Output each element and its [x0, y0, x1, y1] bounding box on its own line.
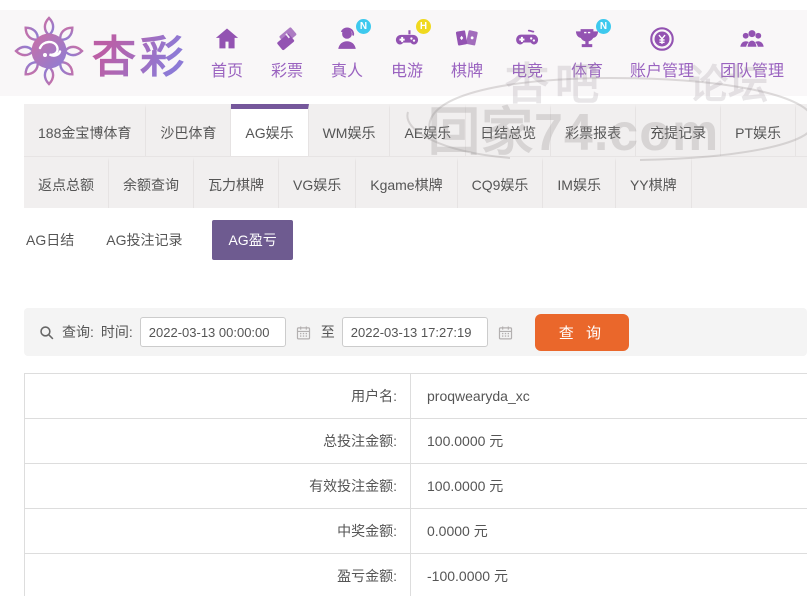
time-label: 时间:: [101, 322, 133, 342]
main-nav: 首页 彩票 N 真人 H 电游 棋牌 电竞 N 体育 账户管理 团队管理: [210, 25, 784, 81]
row-value: 0.0000 元: [411, 509, 807, 554]
tab-AE娱乐[interactable]: AE娱乐: [390, 104, 466, 156]
nav-item-label: 棋牌: [451, 57, 483, 81]
ag-subtabs: AG日结 AG投注记录 AG盈亏: [24, 220, 807, 260]
subtab-AG盈亏[interactable]: AG盈亏: [212, 220, 292, 260]
calendar-icon[interactable]: [295, 324, 312, 341]
nav-item-esports[interactable]: 电竞: [510, 25, 544, 81]
row-label: 总投注金额:: [25, 419, 411, 464]
row-value: 100.0000 元: [411, 419, 807, 464]
nav-badge: N: [596, 19, 611, 34]
tab-Kgame棋牌[interactable]: Kgame棋牌: [356, 157, 457, 208]
row-value: -100.0000 元: [411, 554, 807, 596]
search-icon: [38, 324, 55, 341]
page: 杏彩 首页彩票N真人H电游棋牌电竞N体育账户管理团队管理 杏吧 论坛 回家74.…: [0, 10, 807, 596]
home-icon: [213, 25, 241, 53]
tab-日结总览[interactable]: 日结总览: [466, 104, 551, 156]
brand-flower-icon: [12, 14, 86, 93]
nav-item-sports[interactable]: N 体育: [570, 25, 604, 81]
date-to-input[interactable]: [342, 317, 488, 347]
nav-item-egames[interactable]: H 电游: [390, 25, 424, 81]
tab-AG娱乐[interactable]: AG娱乐: [231, 104, 308, 156]
tab-PT娱乐[interactable]: PT娱乐: [721, 104, 796, 156]
table-row: 有效投注金额:100.0000 元: [25, 464, 807, 509]
tabs-row-1: 188金宝博体育沙巴体育AG娱乐WM娱乐AE娱乐日结总览彩票报表充提记录PT娱乐…: [24, 104, 807, 156]
nav-item-label: 账户管理: [630, 57, 694, 81]
query-label: 查询:: [62, 322, 94, 342]
subtab-AG日结[interactable]: AG日结: [24, 220, 76, 260]
to-label: 至: [321, 322, 335, 342]
table-row: 用户名:proqwearyda_xc: [25, 374, 807, 419]
tab-返点总额[interactable]: 返点总额: [24, 157, 109, 208]
query-bar: 查询: 时间: 至 查 询: [24, 308, 807, 356]
tab-瓦力棋牌[interactable]: 瓦力棋牌: [194, 157, 279, 208]
nav-item-label: 首页: [211, 57, 243, 81]
tab-188金宝博体育[interactable]: 188金宝博体育: [24, 104, 146, 156]
row-label: 用户名:: [25, 374, 411, 419]
query-button[interactable]: 查 询: [535, 314, 629, 351]
nav-item-lottery[interactable]: 彩票: [270, 25, 304, 81]
tab-VG娱乐[interactable]: VG娱乐: [279, 157, 356, 208]
subtab-AG投注记录[interactable]: AG投注记录: [104, 220, 184, 260]
nav-item-account[interactable]: 账户管理: [630, 25, 694, 81]
tab-WM娱乐[interactable]: WM娱乐: [309, 104, 391, 156]
nav-badge: N: [356, 19, 371, 34]
person-icon: N: [333, 25, 361, 53]
row-label: 有效投注金额:: [25, 464, 411, 509]
nav-item-live[interactable]: N 真人: [330, 25, 364, 81]
date-from-input[interactable]: [140, 317, 286, 347]
calendar-icon[interactable]: [497, 324, 514, 341]
esports-icon: [513, 25, 541, 53]
nav-item-board[interactable]: 棋牌: [450, 25, 484, 81]
game-tabs: 188金宝博体育沙巴体育AG娱乐WM娱乐AE娱乐日结总览彩票报表充提记录PT娱乐…: [24, 104, 807, 208]
trophy-icon: N: [573, 25, 601, 53]
gamepad-icon: H: [393, 25, 421, 53]
tab-IM娱乐[interactable]: IM娱乐: [543, 157, 616, 208]
report-table: 用户名:proqwearyda_xc总投注金额:100.0000 元有效投注金额…: [24, 373, 807, 596]
brand-name: 杏彩: [92, 21, 188, 85]
table-row: 中奖金额:0.0000 元: [25, 509, 807, 554]
tabs-row-2: 返点总额余额查询瓦力棋牌VG娱乐Kgame棋牌CQ9娱乐IM娱乐YY棋牌: [24, 156, 807, 208]
nav-item-label: 电竞: [511, 57, 543, 81]
row-value: proqwearyda_xc: [411, 374, 807, 419]
brand-logo[interactable]: 杏彩: [12, 14, 188, 93]
nav-item-label: 真人: [331, 57, 363, 81]
table-row: 盈亏金额:-100.0000 元: [25, 554, 807, 596]
nav-item-label: 彩票: [271, 57, 303, 81]
team-icon: [738, 25, 766, 53]
row-label: 中奖金额:: [25, 509, 411, 554]
header: 杏彩 首页 彩票 N 真人 H 电游 棋牌 电竞 N 体育 账户管理 团队管理: [0, 10, 807, 96]
row-value: 100.0000 元: [411, 464, 807, 509]
nav-item-team[interactable]: 团队管理: [720, 25, 784, 81]
ticket-icon: [273, 25, 301, 53]
nav-item-label: 团队管理: [720, 57, 784, 81]
cards-icon: [453, 25, 481, 53]
tab-充提记录[interactable]: 充提记录: [636, 104, 721, 156]
nav-item-label: 电游: [391, 57, 423, 81]
nav-badge: H: [416, 19, 431, 34]
nav-item-home[interactable]: 首页: [210, 25, 244, 81]
nav-item-label: 体育: [571, 57, 603, 81]
tab-余额查询[interactable]: 余额查询: [109, 157, 194, 208]
coin-icon: [648, 25, 676, 53]
row-label: 盈亏金额:: [25, 554, 411, 596]
table-row: 总投注金额:100.0000 元: [25, 419, 807, 464]
tab-YY棋牌[interactable]: YY棋牌: [616, 157, 692, 208]
tab-彩票报表[interactable]: 彩票报表: [551, 104, 636, 156]
tab-沙巴体育[interactable]: 沙巴体育: [146, 104, 231, 156]
tab-账变记录[interactable]: 账变记录: [796, 104, 807, 156]
tab-CQ9娱乐[interactable]: CQ9娱乐: [458, 157, 544, 208]
